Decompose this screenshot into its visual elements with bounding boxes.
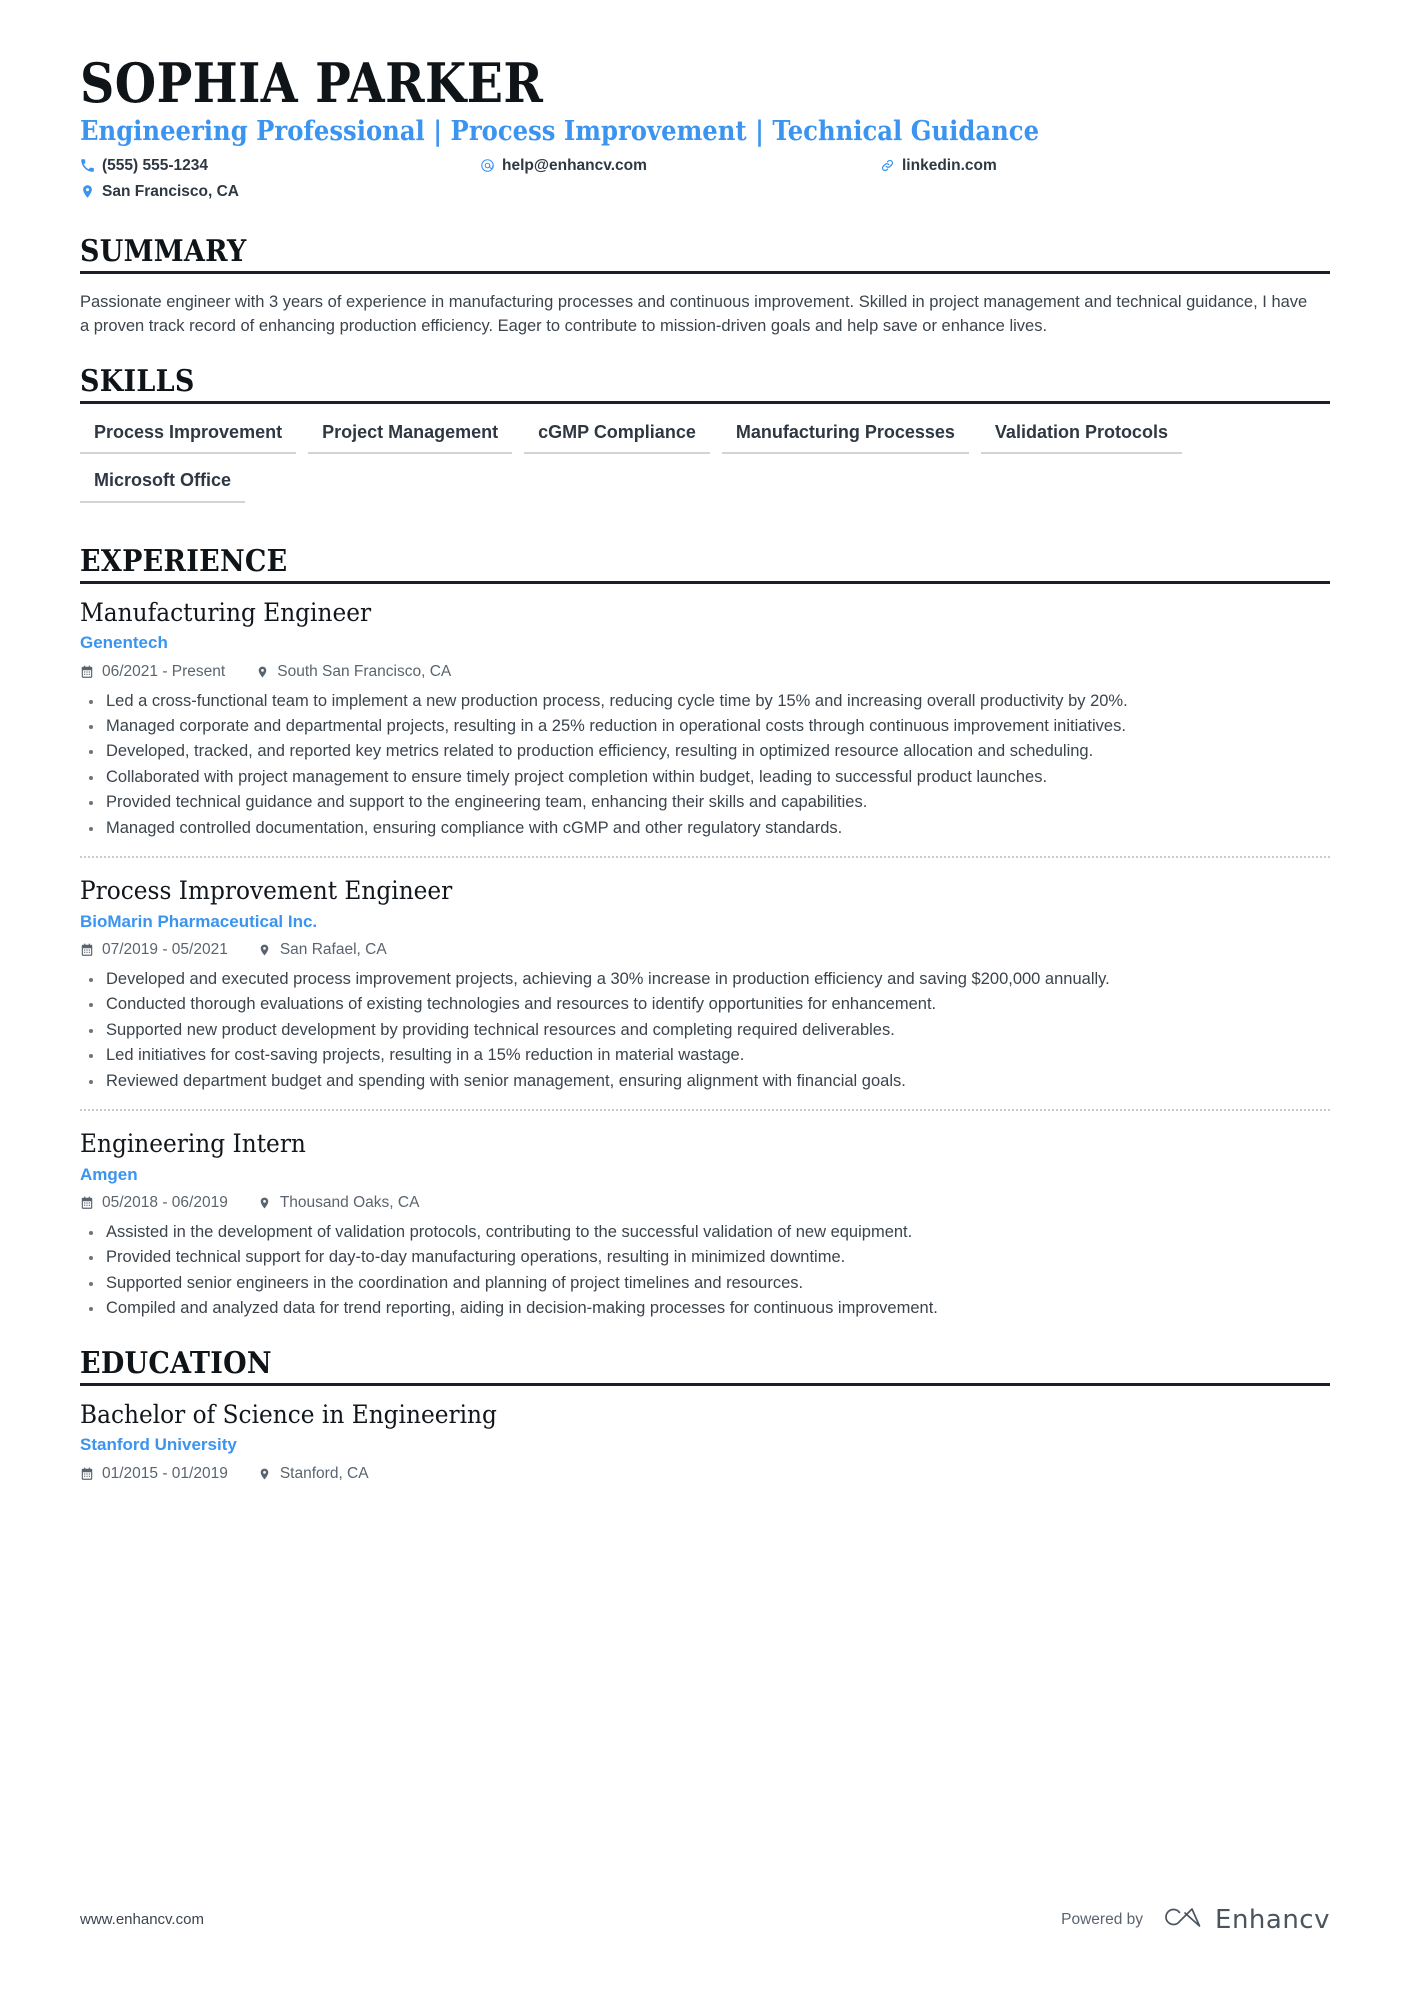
contact-email-text: help@enhancv.com [502,156,647,174]
job-location: Thousand Oaks, CA [279,1194,420,1212]
contact-linkedin-text: linkedin.com [902,156,997,174]
candidate-headline: Engineering Professional | Process Impro… [80,115,1040,147]
job-title: Engineering Intern [80,1129,306,1159]
page-footer: www.enhancv.com Powered by Enhancv [80,1904,1330,1935]
link-icon [880,158,895,173]
job-title: Manufacturing Engineer [80,597,372,627]
job-dates: 05/2018 - 06/2019 [102,1194,228,1212]
bullet-item: Collaborated with project management to … [80,766,1330,789]
section-education: EDUCATION Bachelor of Science in Enginee… [80,1347,1330,1483]
skill-chip: Project Management [308,422,513,455]
footer-website-url[interactable]: www.enhancv.com [80,1911,204,1928]
location-pin-icon [258,1466,272,1481]
bullet-item: Conducted thorough evaluations of existi… [80,993,1330,1016]
job-bullets: Led a cross-functional team to implement… [80,690,1330,841]
bullet-item: Provided technical support for day-to-da… [80,1246,1330,1269]
location-pin-icon [258,1196,272,1211]
enhancv-wordmark: Enhancv [1215,1904,1330,1935]
job-meta: 06/2021 - Present South San Francisco, C… [80,663,1330,681]
company-name[interactable]: BioMarin Pharmaceutical Inc. [80,912,1330,932]
education-meta: 01/2015 - 01/2019 Stanford, CA [80,1465,1330,1483]
skill-chip: Microsoft Office [80,470,246,503]
bullet-item: Supported new product development by pro… [80,1019,1330,1042]
experience-entry: Engineering Intern Amgen 05/2018 - 06/20… [80,1109,1330,1321]
skill-chip: Process Improvement [80,422,297,455]
contact-location[interactable]: San Francisco, CA [80,183,1330,209]
summary-text: Passionate engineer with 3 years of expe… [80,292,1308,336]
job-bullets: Developed and executed process improveme… [80,968,1330,1093]
experience-entry: Manufacturing Engineer Genentech 06/2021… [80,584,1330,840]
calendar-icon [80,1466,94,1481]
experience-entry: Process Improvement Engineer BioMarin Ph… [80,856,1330,1093]
section-title-experience: EXPERIENCE [80,543,288,579]
job-meta: 05/2018 - 06/2019 Thousand Oaks, CA [80,1194,1330,1212]
job-bullets: Assisted in the development of validatio… [80,1221,1330,1321]
calendar-icon [80,664,94,679]
bullet-item: Supported senior engineers in the coordi… [80,1272,1330,1295]
bullet-item: Provided technical guidance and support … [80,791,1330,814]
job-location: South San Francisco, CA [277,662,452,680]
section-title-summary: SUMMARY [80,233,247,269]
section-summary: SUMMARY Passionate engineer with 3 years… [80,235,1330,339]
resume-header: SOPHIA PARKER Engineering Professional |… [80,55,1330,209]
bullet-item: Developed, tracked, and reported key met… [80,740,1330,763]
location-pin-icon [80,184,95,199]
email-at-icon [480,158,495,173]
calendar-icon [80,943,94,958]
company-name[interactable]: Genentech [80,633,1330,653]
location-pin-icon [255,664,269,679]
skills-list: Process Improvement Project Management c… [80,422,1330,519]
bullet-item: Reviewed department budget and spending … [80,1070,1330,1093]
contact-location-text: San Francisco, CA [102,182,239,200]
section-experience: EXPERIENCE Manufacturing Engineer Genent… [80,545,1330,1321]
section-divider [80,400,1330,404]
candidate-name: SOPHIA PARKER [80,51,544,115]
location-pin-icon [258,943,272,958]
contact-linkedin[interactable]: linkedin.com [880,157,1230,183]
bullet-item: Developed and executed process improveme… [80,968,1330,991]
powered-by-label: Powered by [1061,1910,1144,1928]
bullet-item: Led a cross-functional team to implement… [80,690,1330,713]
contact-email[interactable]: help@enhancv.com [480,157,880,183]
education-location: Stanford, CA [279,1464,369,1482]
bullet-item: Led initiatives for cost-saving projects… [80,1044,1330,1067]
job-meta: 07/2019 - 05/2021 San Rafael, CA [80,941,1330,959]
education-entry: Bachelor of Science in Engineering Stanf… [80,1386,1330,1483]
calendar-icon [80,1196,94,1211]
job-title: Process Improvement Engineer [80,876,453,906]
contact-phone-text: (555) 555-1234 [102,156,208,174]
phone-icon [80,158,95,173]
skill-chip: Validation Protocols [980,422,1182,455]
bullet-item: Assisted in the development of validatio… [80,1221,1330,1244]
section-divider [80,270,1330,274]
job-location: San Rafael, CA [279,941,387,959]
contact-info: (555) 555-1234 help@enhancv.com linkedin… [80,157,1330,209]
school-name[interactable]: Stanford University [80,1435,1330,1455]
bullet-item: Compiled and analyzed data for trend rep… [80,1297,1330,1320]
education-dates: 01/2015 - 01/2019 [102,1464,228,1482]
resume-page: SOPHIA PARKER Engineering Professional |… [0,0,1410,1995]
section-title-skills: SKILLS [80,363,195,399]
section-title-education: EDUCATION [80,1345,272,1381]
skill-chip: cGMP Compliance [524,422,710,455]
contact-phone[interactable]: (555) 555-1234 [80,157,480,183]
footer-branding: Powered by Enhancv [1061,1904,1330,1935]
enhancv-logo[interactable]: Enhancv [1159,1904,1330,1935]
company-name[interactable]: Amgen [80,1165,1330,1185]
degree-title: Bachelor of Science in Engineering [80,1399,497,1429]
skill-chip: Manufacturing Processes [721,422,969,455]
section-skills: SKILLS Process Improvement Project Manag… [80,365,1330,519]
bullet-item: Managed corporate and departmental proje… [80,715,1330,738]
bullet-item: Managed controlled documentation, ensuri… [80,817,1330,840]
enhancv-loop-logo-icon [1159,1904,1205,1935]
job-dates: 06/2021 - Present [102,662,226,680]
job-dates: 07/2019 - 05/2021 [102,941,228,959]
